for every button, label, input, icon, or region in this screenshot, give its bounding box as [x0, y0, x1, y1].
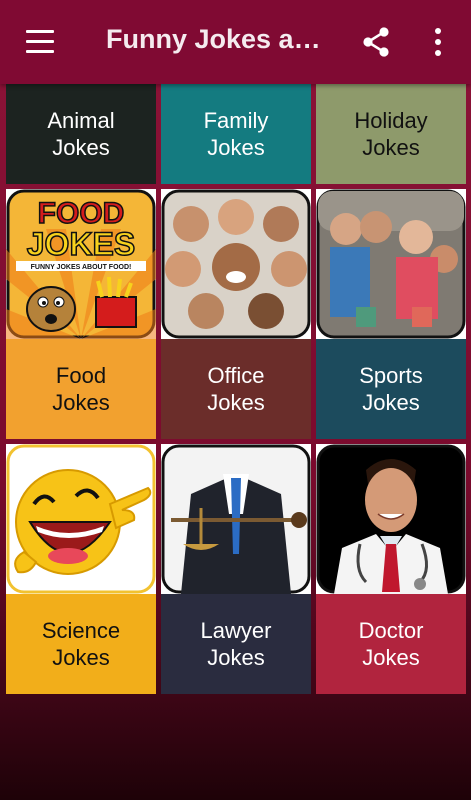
category-card-science[interactable]: Science Jokes: [6, 444, 156, 694]
category-suffix: Jokes: [362, 645, 420, 670]
category-name: Food: [55, 363, 107, 388]
category-name: Sports: [359, 363, 423, 388]
food-jokes-image: FOOD JOKES FUNNY JOKES ABOUT FOOD!: [6, 189, 156, 339]
category-suffix: Jokes: [52, 390, 110, 415]
more-vert-icon[interactable]: [428, 26, 448, 58]
category-suffix: Jokes: [362, 135, 420, 160]
category-card-holiday[interactable]: Holiday Jokes: [316, 84, 466, 184]
science-jokes-image: [6, 444, 156, 594]
food-image-tagline: FUNNY JOKES ABOUT FOOD!: [31, 264, 132, 271]
content-area[interactable]: Animal Jokes Family Jokes Holiday Jokes …: [0, 84, 471, 800]
sports-jokes-image: [316, 189, 466, 339]
category-card-lawyer[interactable]: Lawyer Jokes: [161, 444, 311, 694]
category-label: Animal Jokes: [6, 84, 156, 184]
category-card-sports[interactable]: Sports Jokes: [316, 189, 466, 439]
category-name: Animal: [47, 108, 115, 133]
category-name: Office: [207, 363, 265, 388]
category-card-animal[interactable]: Animal Jokes: [6, 84, 156, 184]
category-name: Family: [203, 108, 269, 133]
food-image-subtitle: JOKES: [27, 226, 135, 262]
category-name: Science: [41, 618, 121, 643]
category-card-family[interactable]: Family Jokes: [161, 84, 311, 184]
category-label: Doctor Jokes: [316, 594, 466, 694]
category-label: Office Jokes: [161, 339, 311, 439]
category-suffix: Jokes: [362, 390, 420, 415]
category-name: Holiday: [354, 108, 428, 133]
category-suffix: Jokes: [207, 645, 265, 670]
category-suffix: Jokes: [52, 135, 110, 160]
doctor-jokes-image: [316, 444, 466, 594]
app-bar: Funny Jokes a…: [0, 0, 471, 84]
lawyer-jokes-image: [161, 444, 311, 594]
category-card-office[interactable]: Office Jokes: [161, 189, 311, 439]
category-label: Holiday Jokes: [316, 84, 466, 184]
category-card-doctor[interactable]: Doctor Jokes: [316, 444, 466, 694]
category-label: Lawyer Jokes: [161, 594, 311, 694]
category-suffix: Jokes: [52, 645, 110, 670]
category-name: Lawyer: [200, 618, 272, 643]
app-title: Funny Jokes a…: [106, 24, 321, 54]
category-label: Sports Jokes: [316, 339, 466, 439]
category-suffix: Jokes: [207, 135, 265, 160]
category-name: Doctor: [358, 618, 424, 643]
category-grid: Animal Jokes Family Jokes Holiday Jokes …: [6, 84, 466, 694]
category-suffix: Jokes: [207, 390, 265, 415]
office-jokes-image: [161, 189, 311, 339]
category-label: Family Jokes: [161, 84, 311, 184]
category-card-food[interactable]: FOOD JOKES FUNNY JOKES ABOUT FOOD! Food …: [6, 189, 156, 439]
share-icon[interactable]: [360, 26, 392, 58]
hamburger-menu-icon[interactable]: [26, 30, 56, 54]
category-label: Food Jokes: [6, 339, 156, 439]
category-label: Science Jokes: [6, 594, 156, 694]
